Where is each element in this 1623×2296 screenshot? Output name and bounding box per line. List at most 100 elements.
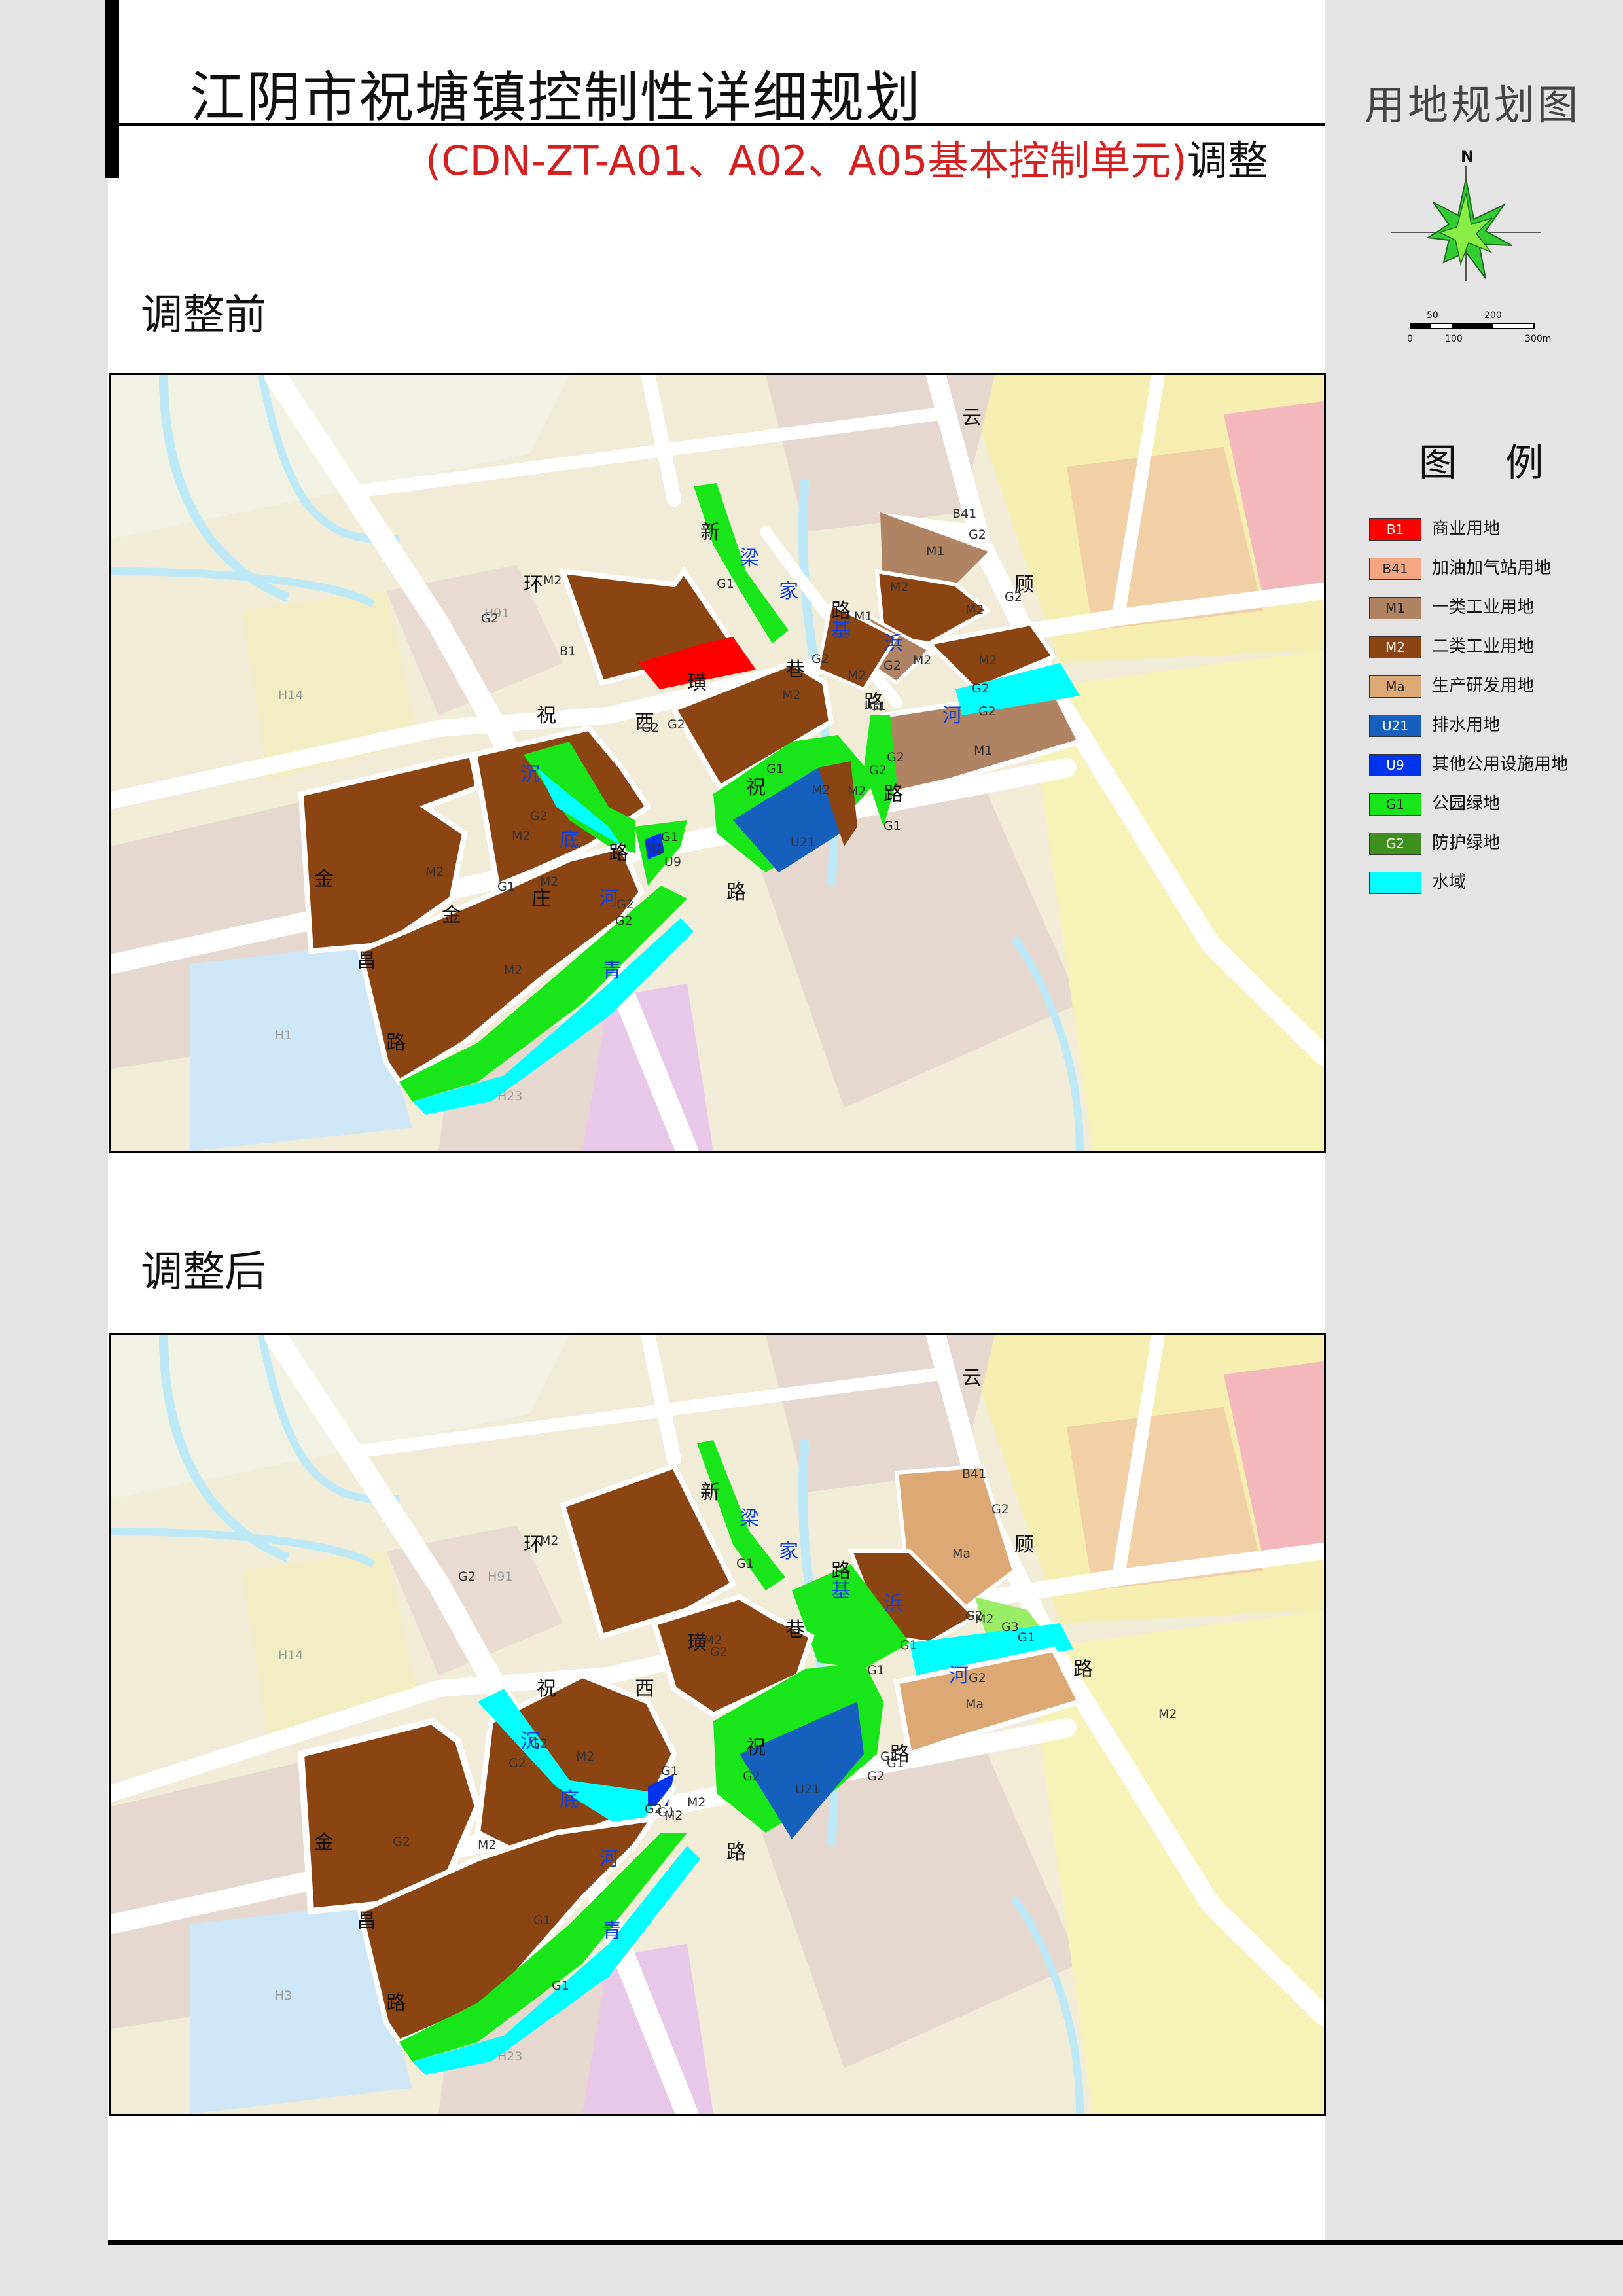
- legend-swatch: B1: [1369, 518, 1421, 541]
- road-name-char: 西: [635, 1677, 654, 1700]
- land-use-code: M2: [890, 580, 908, 594]
- road-name-char: 基: [831, 1579, 851, 1602]
- plan-title: 江阴市祝塘镇控制性详细规划: [190, 65, 922, 130]
- road-name-char: 路: [726, 881, 746, 904]
- legend-label: 加油加气站用地: [1432, 558, 1552, 578]
- scale-label-200: 200: [1484, 310, 1502, 321]
- land-use-code: M2: [1158, 1707, 1177, 1721]
- road-name-char: 金: [314, 1831, 334, 1854]
- road-name-char: 路: [609, 842, 628, 865]
- land-use-code: G3: [1001, 1620, 1019, 1634]
- road-name-char: 顾: [1014, 1534, 1034, 1556]
- bottom-border: [108, 2240, 1623, 2245]
- road-name-char: 巷: [785, 658, 805, 681]
- section-after-label: 调整后: [141, 1248, 266, 1297]
- legend-swatch: U9: [1369, 754, 1421, 776]
- land-use-code: G1: [497, 880, 515, 894]
- legend-label: 二类工业用地: [1432, 637, 1535, 656]
- road-name-char: 路: [386, 1031, 406, 1054]
- land-use-code: M2: [425, 865, 444, 879]
- land-use-code: G2: [887, 750, 904, 764]
- road-name-char: 庄: [531, 888, 551, 910]
- land-use-code: H23: [497, 2049, 522, 2064]
- legend-label: 商业用地: [1432, 519, 1501, 539]
- land-use-code: M2: [576, 1749, 594, 1764]
- land-use-code: G2: [508, 1756, 526, 1770]
- scale-label-300m: 300m: [1525, 334, 1551, 344]
- sheet-type: 用地规划图: [1364, 81, 1581, 129]
- road-name-char: 河: [949, 1664, 969, 1687]
- land-use-code: G2: [743, 1769, 760, 1784]
- land-use-code: M2: [512, 829, 530, 843]
- legend-title: 图 例: [1419, 440, 1562, 485]
- legend-swatch: M2: [1369, 636, 1421, 658]
- land-use-code: M2: [847, 784, 866, 798]
- land-use-code: M2: [782, 688, 800, 702]
- land-use-code: H91: [488, 1570, 512, 1584]
- land-use-code: G1: [661, 830, 679, 844]
- land-use-code: M2: [812, 783, 830, 797]
- north-label: N: [1461, 147, 1474, 166]
- legend-label: 公园绿地: [1432, 794, 1501, 814]
- road-name-char: 云: [962, 406, 982, 429]
- land-use-code: G2: [645, 1802, 662, 1816]
- road-name-char: 沉: [520, 763, 540, 786]
- scale-label-0: 0: [1407, 334, 1413, 344]
- legend-swatch: G1: [1369, 793, 1421, 816]
- land-use-code: G1: [883, 819, 901, 833]
- land-use-code: G1: [1018, 1630, 1035, 1645]
- land-use-code: B41: [952, 507, 976, 521]
- road-name-char: 祝: [537, 1677, 556, 1700]
- land-use-code: Ma: [965, 1697, 984, 1712]
- land-use-code: G1: [869, 699, 887, 713]
- land-use-code: H14: [278, 1648, 303, 1662]
- legend-label: 防护绿地: [1432, 833, 1501, 853]
- land-use-code: G2: [969, 1671, 986, 1685]
- road-name-char: 河: [599, 888, 618, 910]
- road-name-char: 浜: [883, 632, 903, 655]
- road-name-char: 青: [602, 1920, 622, 1943]
- road-name-char: 路: [386, 1992, 406, 2015]
- road-name-char: 梁: [740, 1507, 759, 1530]
- plan-subtitle: (CDN-ZT-A01、A02、A05基本控制单元)调整: [425, 128, 1268, 187]
- land-use-code: G2: [1005, 590, 1022, 604]
- legend-label: 一类工业用地: [1432, 598, 1535, 617]
- section-before-label: 调整前: [141, 291, 266, 340]
- legend-swatch: G2: [1369, 833, 1421, 855]
- land-use-code: G2: [668, 717, 685, 732]
- land-use-code: G1: [867, 1663, 885, 1677]
- road-name-char: 青: [602, 960, 622, 982]
- scale-bar: 50 200 0 100 300m: [1407, 310, 1551, 344]
- land-use-code: G1: [552, 1979, 569, 1993]
- legend-label: 水域: [1432, 872, 1467, 892]
- land-use-code: Ma: [952, 1547, 971, 1561]
- legend-label: 生产研发用地: [1432, 676, 1535, 696]
- road-name-char: 祝: [537, 704, 556, 727]
- land-use-code: M2: [478, 1838, 496, 1852]
- land-use-code: M2: [847, 668, 866, 683]
- legend-label: 排水用地: [1432, 715, 1501, 735]
- land-use-code: G2: [458, 1570, 476, 1584]
- land-use-code: M2: [978, 653, 997, 668]
- land-use-code: M1: [926, 544, 944, 558]
- legend-swatch: [1369, 872, 1421, 894]
- land-use-code: G2: [710, 1645, 728, 1659]
- land-use-code: G1: [533, 1913, 551, 1928]
- road-name-char: 家: [779, 580, 798, 603]
- road-name-char: 金: [314, 868, 334, 891]
- road-name-char: 云: [962, 1367, 982, 1390]
- road-name-char: 环: [524, 573, 543, 596]
- legend-swatch: Ma: [1369, 675, 1421, 698]
- land-use-code: G1: [717, 577, 734, 591]
- land-use-code: U21: [791, 835, 815, 850]
- land-use-code: M2: [540, 874, 558, 889]
- land-use-code: G2: [616, 897, 634, 912]
- land-use-code: M2: [664, 1808, 683, 1823]
- road-name-char: 路: [1073, 1658, 1093, 1681]
- legend-swatch: U21: [1369, 715, 1421, 737]
- land-use-code: G2: [615, 914, 633, 928]
- land-use-code: G1: [766, 762, 784, 776]
- road-name-char: 新: [700, 521, 720, 544]
- road-name-char: 祝: [746, 1736, 766, 1759]
- land-use-code: H91: [484, 606, 509, 620]
